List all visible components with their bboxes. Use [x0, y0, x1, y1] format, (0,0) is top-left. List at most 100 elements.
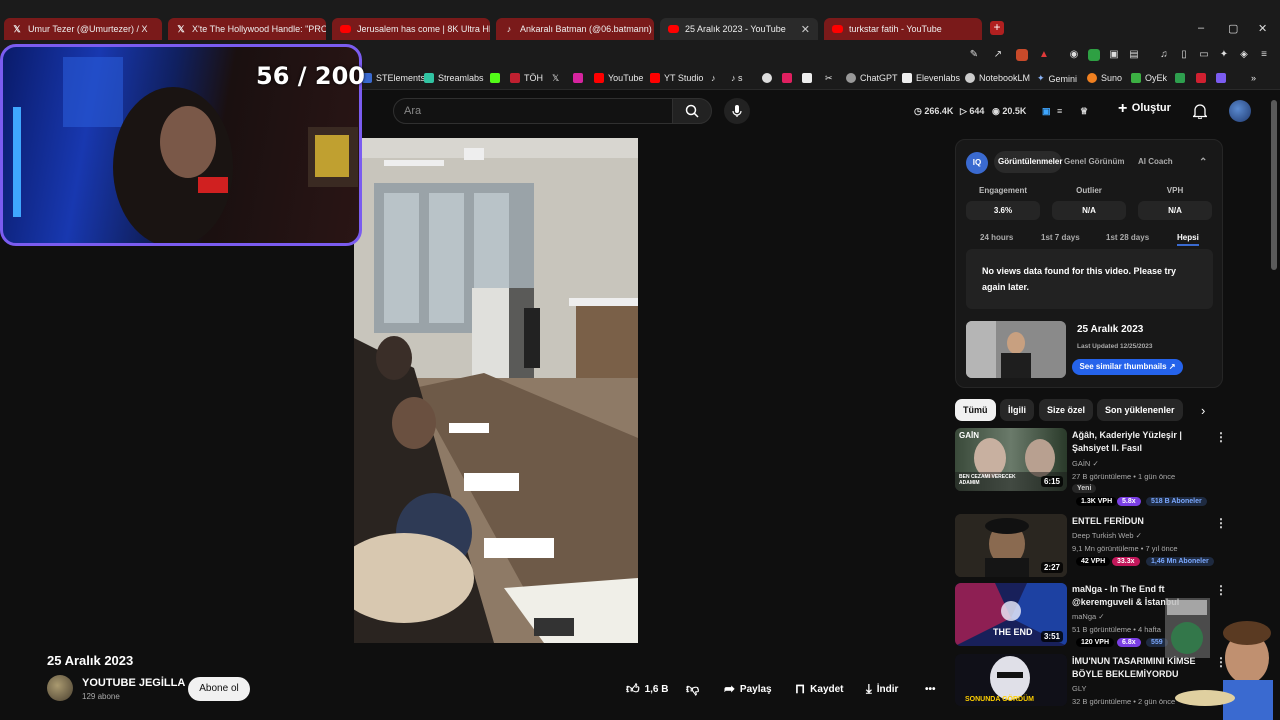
bookmark-kick[interactable]: [490, 73, 504, 83]
tab-umur-tezer[interactable]: 𝕏 Umur Tezer (@Umurtezer) / X: [4, 18, 162, 40]
bookmark-instagram[interactable]: [573, 73, 587, 83]
new-tab-button[interactable]: +: [990, 21, 1004, 35]
search-button[interactable]: [672, 98, 712, 124]
bookmark-elevenlabs[interactable]: Elevenlabs: [902, 73, 960, 83]
tab-turkstar[interactable]: turkstar fatih - YouTube: [824, 18, 982, 40]
bookmark-tiktok[interactable]: ♪: [711, 73, 716, 83]
page-scrollbar[interactable]: [1271, 100, 1277, 270]
tab-hollywood-handle[interactable]: 𝕏 X'te The Hollywood Handle: "PROJE: [168, 18, 326, 40]
subscribe-button[interactable]: Abone ol: [188, 677, 250, 701]
bookmark-streamlabs[interactable]: Streamlabs: [424, 73, 484, 83]
tab-ankarali-batman[interactable]: ♪Ankaralı Batman (@06.batmann) | Tik: [496, 18, 654, 40]
bookmark-extra-1[interactable]: [1175, 73, 1189, 83]
bookmark-capcut[interactable]: ✂: [825, 73, 833, 84]
range-7d[interactable]: 1st 7 days: [1041, 233, 1080, 242]
range-28d[interactable]: 1st 28 days: [1106, 233, 1149, 242]
more-options-icon[interactable]: ⋮: [1215, 583, 1227, 597]
rec-title[interactable]: Ağâh, Kaderiyle Yüzleşir | Şahsiyet II. …: [1072, 429, 1212, 455]
close-window-button[interactable]: ✕: [1258, 22, 1267, 35]
recommended-video[interactable]: GAİN BEN CEZAMI VERECEK ADAMIM 6:15 Ağâh…: [955, 428, 1235, 508]
bookmark-stelements[interactable]: STElements: [362, 73, 425, 83]
bookmark-notebooklm[interactable]: NotebookLM: [965, 73, 1030, 83]
channel-watch-stat: ◉ 20.5K: [992, 106, 1027, 116]
range-all[interactable]: Hepsi: [1177, 233, 1199, 246]
minimize-button[interactable]: –: [1198, 22, 1204, 34]
share-button[interactable]: ➦ Paylaş: [724, 677, 772, 701]
download-button[interactable]: ⤓ İndir: [866, 677, 898, 701]
tiktok-icon: ♪: [711, 73, 716, 83]
bookmark-chatgpt[interactable]: ChatGPT: [846, 73, 898, 83]
more-actions-button[interactable]: •••: [925, 677, 936, 701]
tab-jerusalem[interactable]: Jerusalem has come | 8K Ultra HD Ci: [332, 18, 490, 40]
save-button[interactable]: ⊓ Kaydet: [795, 677, 844, 701]
sidebar-icon[interactable]: ▯: [1178, 49, 1190, 61]
tab-views[interactable]: Görüntülenmeler: [998, 157, 1062, 166]
rewards-icon[interactable]: ▲: [1038, 49, 1050, 61]
recommended-video[interactable]: 2:27 ENTEL FERİDUN Deep Turkish Web ✓ 9,…: [955, 514, 1235, 580]
tab-ai-coach[interactable]: AI Coach: [1138, 157, 1173, 166]
rec-title[interactable]: ENTEL FERİDUN: [1072, 515, 1212, 528]
rec-channel[interactable]: GAİN ✓: [1072, 459, 1099, 468]
chip-related[interactable]: İlgili: [1000, 399, 1034, 421]
list-icon[interactable]: ≡: [1057, 106, 1062, 116]
notifications-button[interactable]: [1191, 103, 1209, 124]
bookmark-extra-2[interactable]: [1196, 73, 1210, 83]
rec-channel[interactable]: maNga ✓: [1072, 612, 1105, 621]
play-circle-icon: ▷: [960, 106, 970, 116]
edit-icon[interactable]: ✎: [968, 49, 980, 61]
create-button[interactable]: + Oluştur: [1118, 100, 1171, 118]
ai-icon[interactable]: ✦: [1218, 49, 1230, 61]
channel-name[interactable]: YOUTUBE JEGİLLA: [82, 677, 185, 689]
more-options-icon[interactable]: ⋮: [1215, 430, 1227, 444]
rec-channel[interactable]: Deep Turkish Web ✓: [1072, 531, 1142, 540]
wallet-icon[interactable]: ▭: [1198, 49, 1210, 61]
extension-icon[interactable]: ▣: [1108, 49, 1120, 61]
chip-recently-uploaded[interactable]: Son yüklenenler: [1097, 399, 1183, 421]
range-24h[interactable]: 24 hours: [980, 233, 1013, 242]
more-options-icon[interactable]: ⋮: [1215, 516, 1227, 530]
bookmark-amazon[interactable]: [802, 73, 816, 83]
account-avatar[interactable]: [1229, 100, 1251, 122]
rec-meta: 51 B görüntüleme • 4 hafta: [1072, 625, 1161, 634]
bookmark-suno[interactable]: Suno: [1087, 73, 1122, 83]
maximize-button[interactable]: ▢: [1228, 22, 1238, 35]
vidiq-icon[interactable]: ▣: [1042, 106, 1051, 117]
bookmark-tiktok-s[interactable]: ♪ s: [731, 73, 743, 83]
metric-vph-value: N/A: [1138, 201, 1212, 220]
menu-icon[interactable]: ≡: [1258, 49, 1270, 61]
tab-overview[interactable]: Genel Görünüm: [1064, 157, 1124, 166]
award-icon[interactable]: ♕: [1080, 106, 1088, 117]
bookmark-oyek[interactable]: OyEk: [1131, 73, 1167, 83]
similar-thumbnails-button[interactable]: See similar thumbnails ↗: [1072, 359, 1183, 375]
bookmark-gemini[interactable]: ✦ Gemini: [1037, 73, 1077, 84]
bookmarks-overflow[interactable]: »: [1251, 73, 1256, 83]
extension-icon[interactable]: ▤: [1128, 49, 1140, 61]
bookmark-x[interactable]: 𝕏: [552, 73, 559, 84]
brave-shield-icon[interactable]: [1016, 49, 1028, 61]
search-input[interactable]: Ara: [393, 98, 673, 124]
close-tab-icon[interactable]: ✕: [795, 23, 810, 36]
bookmark-youtube[interactable]: YouTube: [594, 73, 643, 83]
channel-avatar[interactable]: [47, 675, 73, 701]
rec-meta: 32 B görüntüleme • 2 gün önce: [1072, 697, 1176, 706]
bookmark-app[interactable]: [782, 73, 796, 83]
share-icon[interactable]: ↗: [992, 49, 1004, 61]
like-button[interactable]: 👍︎ 1,6 B: [626, 677, 669, 701]
extension-icon[interactable]: ◉: [1068, 49, 1080, 61]
collapse-chevron-icon[interactable]: ⌃: [1199, 157, 1207, 168]
dislike-button[interactable]: 👎︎: [686, 677, 699, 701]
chevron-right-icon[interactable]: ›: [1201, 403, 1205, 418]
extension-green-icon[interactable]: [1088, 49, 1100, 61]
chip-for-you[interactable]: Size özel: [1039, 399, 1094, 421]
video-player[interactable]: [354, 138, 638, 643]
bookmark-toh[interactable]: TÖH: [510, 73, 543, 83]
tab-current-video[interactable]: 25 Aralık 2023 - YouTube ✕: [660, 18, 818, 40]
vpn-icon[interactable]: ◈: [1238, 49, 1250, 61]
bookmark-yt-studio[interactable]: YT Studio: [650, 73, 703, 83]
bookmark-extra-3[interactable]: [1216, 73, 1230, 83]
rec-channel[interactable]: GLY: [1072, 684, 1086, 693]
music-icon[interactable]: ♫: [1158, 49, 1170, 61]
bookmark-github[interactable]: [762, 73, 776, 83]
chip-all[interactable]: Tümü: [955, 399, 996, 421]
voice-search-button[interactable]: [724, 98, 750, 124]
